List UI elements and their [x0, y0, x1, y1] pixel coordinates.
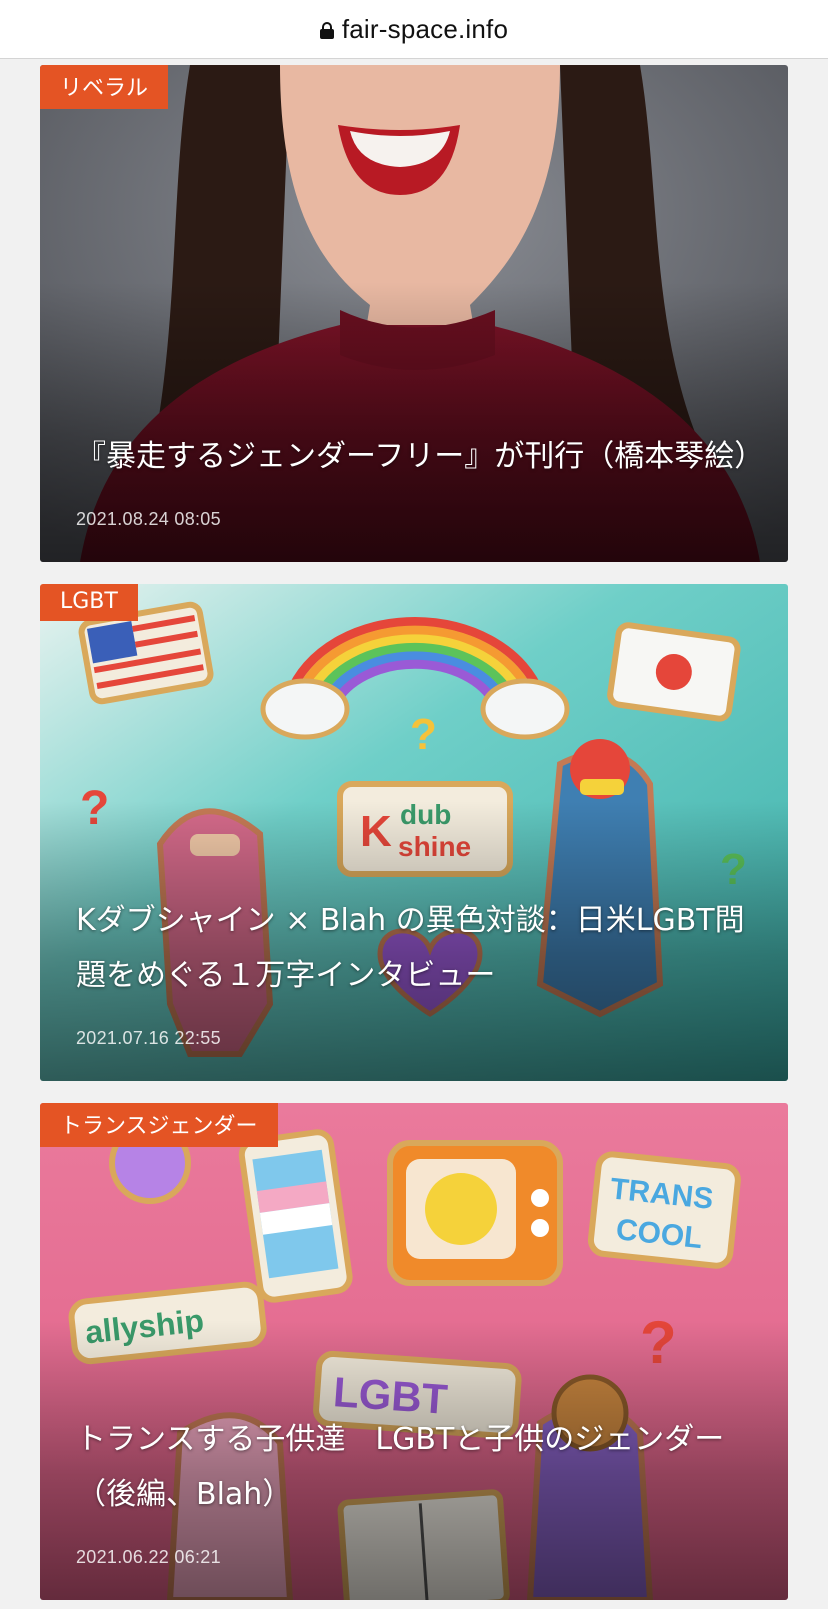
article-date: 2021.06.22 06:21: [76, 1547, 221, 1567]
article-card[interactable]: K dub shine ? ? ? LGBT Kダブシャイン × Blah の異…: [40, 584, 788, 1081]
article-title[interactable]: 『暴走するジェンダーフリー』が刊行（橋本琴絵）: [76, 429, 764, 484]
category-badge[interactable]: リベラル: [40, 65, 169, 109]
article-title[interactable]: Kダブシャイン × Blah の異色対談：日米LGBT問題をめぐる１万字インタビ…: [76, 893, 752, 1003]
article-date: 2021.07.16 22:55: [76, 1028, 221, 1048]
svg-text:?: ?: [410, 710, 437, 759]
url-display[interactable]: fair-space.info: [319, 13, 509, 45]
lock-icon: [319, 21, 334, 39]
article-card[interactable]: TRANS COOL allyship ? LGBT: [40, 1103, 788, 1600]
category-badge[interactable]: トランスジェンダー: [40, 1103, 278, 1147]
url-text: fair-space.info: [341, 13, 509, 44]
article-date: 2021.08.24 08:05: [76, 509, 221, 529]
article-title[interactable]: トランスする子供達 LGBTと子供のジェンダー（後編、Blah）: [76, 1412, 752, 1522]
article-card[interactable]: リベラル 『暴走するジェンダーフリー』が刊行（橋本琴絵） 2021.08.24 …: [40, 65, 788, 562]
category-badge[interactable]: LGBT: [40, 584, 138, 621]
browser-url-bar[interactable]: fair-space.info: [0, 0, 828, 59]
